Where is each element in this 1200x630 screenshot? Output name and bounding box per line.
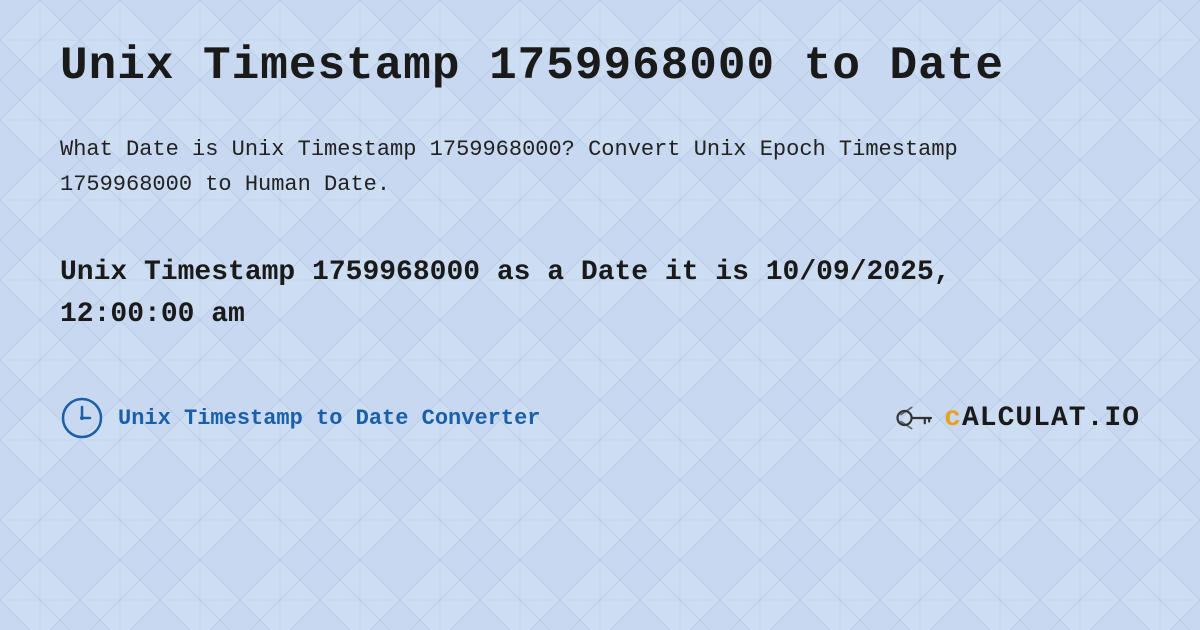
footer: Unix Timestamp to Date Converter cALCULA… — [60, 396, 1140, 440]
result-text: Unix Timestamp 1759968000 as a Date it i… — [60, 252, 960, 336]
footer-left: Unix Timestamp to Date Converter — [60, 396, 540, 440]
brand-highlight: c — [944, 403, 962, 434]
clock-icon — [60, 396, 104, 440]
brand-logo: cALCULAT.IO — [894, 396, 1140, 440]
brand-icon — [894, 396, 938, 440]
converter-label: Unix Timestamp to Date Converter — [118, 406, 540, 431]
page-title: Unix Timestamp 1759968000 to Date — [60, 40, 1140, 92]
description-text: What Date is Unix Timestamp 1759968000? … — [60, 132, 960, 202]
brand-name: cALCULAT.IO — [944, 403, 1140, 434]
